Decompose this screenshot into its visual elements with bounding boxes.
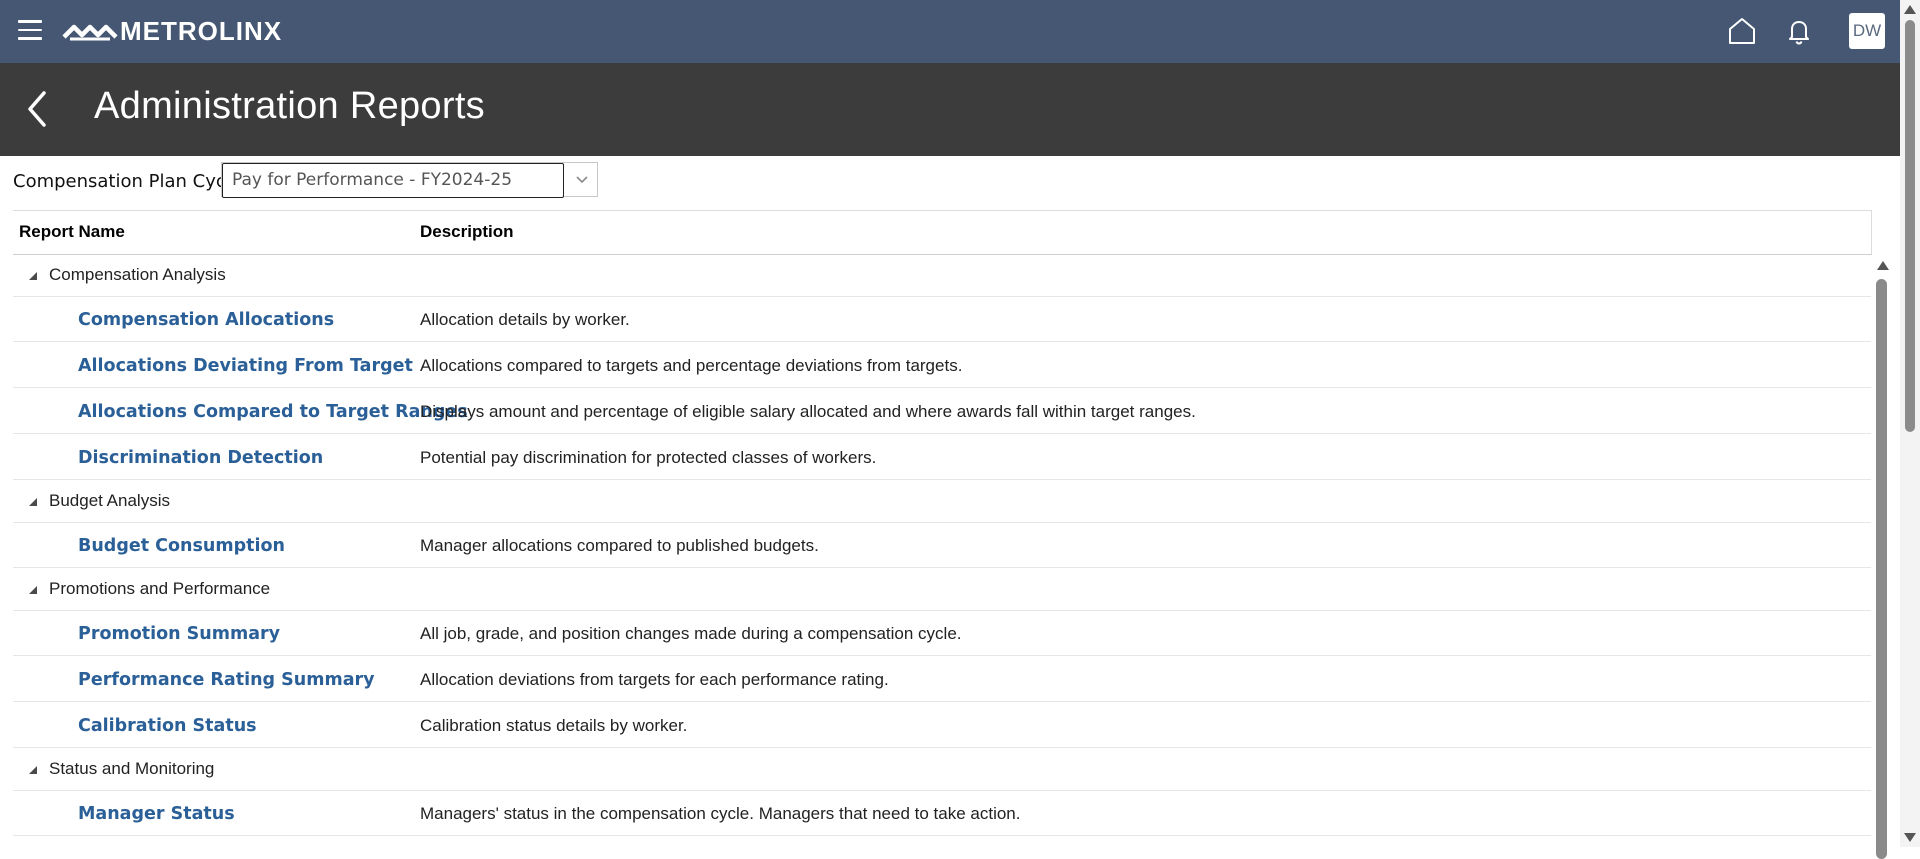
column-header-report-name[interactable]: Report Name bbox=[19, 222, 125, 242]
collapse-caret-icon[interactable] bbox=[29, 498, 37, 506]
report-link[interactable]: Allocations Compared to Target Ranges bbox=[78, 402, 468, 422]
group-row-status-and-monitoring[interactable]: Status and Monitoring bbox=[13, 748, 1871, 791]
group-label: Status and Monitoring bbox=[49, 759, 215, 778]
brand-name: METROLINX bbox=[120, 15, 283, 46]
report-description: Calibration status details by worker. bbox=[420, 716, 688, 735]
group-row-promotions-and-performance[interactable]: Promotions and Performance bbox=[13, 568, 1871, 611]
table-scrollbar[interactable] bbox=[1873, 255, 1891, 859]
report-link[interactable]: Promotion Summary bbox=[78, 624, 280, 644]
group-label: Budget Analysis bbox=[49, 491, 170, 510]
report-description: Allocation details by worker. bbox=[420, 310, 630, 329]
table-row: Compensation Allocations Allocation deta… bbox=[13, 296, 1871, 342]
group-row-compensation-analysis[interactable]: Compensation Analysis bbox=[13, 254, 1871, 297]
table-row: Discrimination Detection Potential pay d… bbox=[13, 434, 1871, 480]
report-description: Potential pay discrimination for protect… bbox=[420, 448, 877, 467]
report-description: Managers' status in the compensation cyc… bbox=[420, 804, 1021, 823]
compensation-plan-cycle-select[interactable]: Pay for Performance - FY2024-25 bbox=[221, 162, 599, 198]
report-link[interactable]: Calibration Status bbox=[78, 716, 257, 736]
scroll-up-arrow-icon[interactable] bbox=[1877, 261, 1889, 270]
chevron-down-icon bbox=[575, 175, 588, 183]
table-row: Performance Rating Summary Allocation de… bbox=[13, 656, 1871, 702]
report-link[interactable]: Discrimination Detection bbox=[78, 448, 323, 468]
report-description: Manager allocations compared to publishe… bbox=[420, 536, 819, 555]
report-link[interactable]: Manager Status bbox=[78, 804, 235, 824]
home-icon[interactable] bbox=[1726, 15, 1758, 47]
page-scroll-up-arrow-icon[interactable] bbox=[1904, 5, 1916, 14]
compensation-plan-cycle-input[interactable]: Pay for Performance - FY2024-25 bbox=[222, 163, 564, 198]
compensation-plan-cycle-label: Compensation Plan Cycle bbox=[13, 171, 242, 192]
table-header: Report Name Description bbox=[13, 210, 1872, 255]
collapse-caret-icon[interactable] bbox=[29, 766, 37, 774]
back-chevron-icon[interactable] bbox=[20, 87, 54, 131]
report-link[interactable]: Budget Consumption bbox=[78, 536, 285, 556]
metrolinx-logo-icon bbox=[62, 24, 118, 41]
table-row: Allocations Deviating From Target Alloca… bbox=[13, 342, 1871, 388]
page-header: Administration Reports bbox=[0, 63, 1900, 156]
report-description: All job, grade, and position changes mad… bbox=[420, 624, 962, 643]
table-row: Promotion Summary All job, grade, and po… bbox=[13, 610, 1871, 656]
user-avatar[interactable]: DW bbox=[1849, 13, 1885, 49]
page-scrollbar[interactable] bbox=[1900, 0, 1920, 847]
page-title: Administration Reports bbox=[94, 85, 485, 127]
column-header-description[interactable]: Description bbox=[420, 222, 514, 242]
table-row: Calibration Status Calibration status de… bbox=[13, 702, 1871, 748]
collapse-caret-icon[interactable] bbox=[29, 586, 37, 594]
hamburger-menu-icon[interactable] bbox=[18, 20, 42, 42]
table-row: Allocations Compared to Target Ranges Di… bbox=[13, 388, 1871, 434]
group-row-budget-analysis[interactable]: Budget Analysis bbox=[13, 480, 1871, 523]
table-row: Manager Status Managers' status in the c… bbox=[13, 790, 1871, 836]
table-scrollbar-thumb[interactable] bbox=[1876, 279, 1887, 859]
collapse-caret-icon[interactable] bbox=[29, 272, 37, 280]
table-row: Budget Consumption Manager allocations c… bbox=[13, 522, 1871, 568]
report-description: Allocation deviations from targets for e… bbox=[420, 670, 889, 689]
bell-icon[interactable] bbox=[1784, 16, 1814, 46]
report-link[interactable]: Allocations Deviating From Target bbox=[78, 356, 413, 376]
report-link[interactable]: Performance Rating Summary bbox=[78, 670, 375, 690]
page-scrollbar-thumb[interactable] bbox=[1905, 20, 1915, 432]
report-description: Allocations compared to targets and perc… bbox=[420, 356, 963, 375]
top-nav-bar: METROLINX DW bbox=[0, 0, 1900, 63]
dropdown-toggle[interactable] bbox=[564, 163, 599, 196]
group-label: Compensation Analysis bbox=[49, 265, 226, 284]
report-link[interactable]: Compensation Allocations bbox=[78, 310, 334, 330]
page-scroll-down-arrow-icon[interactable] bbox=[1904, 833, 1916, 842]
report-description: Displays amount and percentage of eligib… bbox=[420, 402, 1196, 421]
group-label: Promotions and Performance bbox=[49, 579, 271, 598]
brand-logo[interactable]: METROLINX bbox=[62, 14, 282, 48]
